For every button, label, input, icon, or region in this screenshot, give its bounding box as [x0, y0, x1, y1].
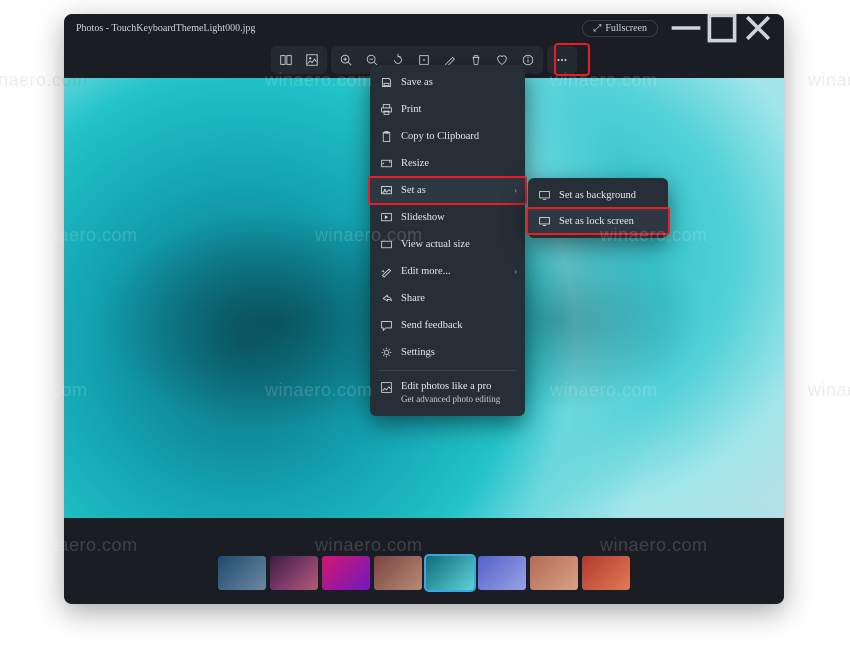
submenu-label: Set as lock screen: [559, 216, 634, 227]
titlebar: Photos - TouchKeyboardThemeLight000.jpg …: [64, 14, 784, 42]
menu-resize[interactable]: Resize: [370, 150, 525, 177]
menu-share[interactable]: Share: [370, 285, 525, 312]
menu-promo[interactable]: Edit photos like a pro Get advanced phot…: [370, 375, 525, 412]
toolbar-group-more: [547, 46, 577, 74]
compare-button[interactable]: [273, 47, 299, 73]
menu-label: Edit more...: [401, 266, 451, 277]
promo-title: Edit photos like a pro: [401, 381, 500, 392]
menu-label: Send feedback: [401, 320, 463, 331]
chevron-right-icon: ›: [514, 267, 517, 276]
thumbnail[interactable]: [582, 556, 630, 590]
menu-separator: [378, 370, 517, 371]
filmstrip: [64, 556, 784, 594]
thumbnail[interactable]: [374, 556, 422, 590]
fullscreen-icon: ⤢: [593, 23, 601, 34]
edit-more-icon: [380, 265, 393, 278]
print-icon: [380, 103, 393, 116]
submenu-set-background[interactable]: Set as background: [528, 182, 668, 208]
maximize-button[interactable]: [704, 14, 740, 42]
slideshow-icon: [380, 211, 393, 224]
set-as-submenu: Set as background Set as lock screen: [528, 178, 668, 238]
resize-icon: [380, 157, 393, 170]
share-icon: [380, 292, 393, 305]
thumbnail[interactable]: [322, 556, 370, 590]
lockscreen-icon: [538, 215, 551, 228]
submenu-set-lockscreen[interactable]: Set as lock screen: [528, 208, 668, 234]
set-as-icon: [380, 184, 393, 197]
thumbnail[interactable]: [530, 556, 578, 590]
watermark: winaero.com: [808, 70, 850, 91]
gear-icon: [380, 346, 393, 359]
actual-size-icon: [380, 238, 393, 251]
menu-view-actual[interactable]: View actual size: [370, 231, 525, 258]
clipboard-icon: [380, 130, 393, 143]
menu-slideshow[interactable]: Slideshow: [370, 204, 525, 231]
thumbnail[interactable]: [478, 556, 526, 590]
menu-save-as[interactable]: Save as: [370, 69, 525, 96]
window-title: Photos - TouchKeyboardThemeLight000.jpg: [72, 23, 582, 34]
menu-label: Settings: [401, 347, 435, 358]
menu-copy-clipboard[interactable]: Copy to Clipboard: [370, 123, 525, 150]
thumbnail-selected[interactable]: [426, 556, 474, 590]
menu-send-feedback[interactable]: Send feedback: [370, 312, 525, 339]
close-button[interactable]: [740, 14, 776, 42]
menu-edit-more[interactable]: Edit more... ›: [370, 258, 525, 285]
fullscreen-label: Fullscreen: [605, 23, 647, 34]
save-icon: [380, 76, 393, 89]
promo-subtitle: Get advanced photo editing: [401, 394, 500, 404]
chevron-right-icon: ›: [514, 186, 517, 195]
menu-label: Set as: [401, 185, 426, 196]
menu-set-as[interactable]: Set as ›: [370, 177, 525, 204]
feedback-icon: [380, 319, 393, 332]
more-menu: Save as Print Copy to Clipboard Resize S…: [370, 65, 525, 416]
zoom-in-button[interactable]: [333, 47, 359, 73]
menu-label: Share: [401, 293, 425, 304]
photo-edit-icon: [380, 381, 393, 394]
menu-print[interactable]: Print: [370, 96, 525, 123]
more-button[interactable]: [549, 47, 575, 73]
watermark: winaero.com: [808, 380, 850, 401]
menu-label: View actual size: [401, 239, 470, 250]
toolbar-group-left: [271, 46, 327, 74]
edit-button[interactable]: [299, 47, 325, 73]
minimize-button[interactable]: [668, 14, 704, 42]
menu-label: Copy to Clipboard: [401, 131, 479, 142]
display-icon: [538, 189, 551, 202]
thumbnail[interactable]: [218, 556, 266, 590]
menu-label: Slideshow: [401, 212, 445, 223]
fullscreen-button[interactable]: ⤢ Fullscreen: [582, 20, 658, 37]
menu-label: Print: [401, 104, 421, 115]
menu-label: Resize: [401, 158, 429, 169]
menu-settings[interactable]: Settings: [370, 339, 525, 366]
menu-label: Save as: [401, 77, 433, 88]
thumbnail[interactable]: [270, 556, 318, 590]
submenu-label: Set as background: [559, 190, 636, 201]
